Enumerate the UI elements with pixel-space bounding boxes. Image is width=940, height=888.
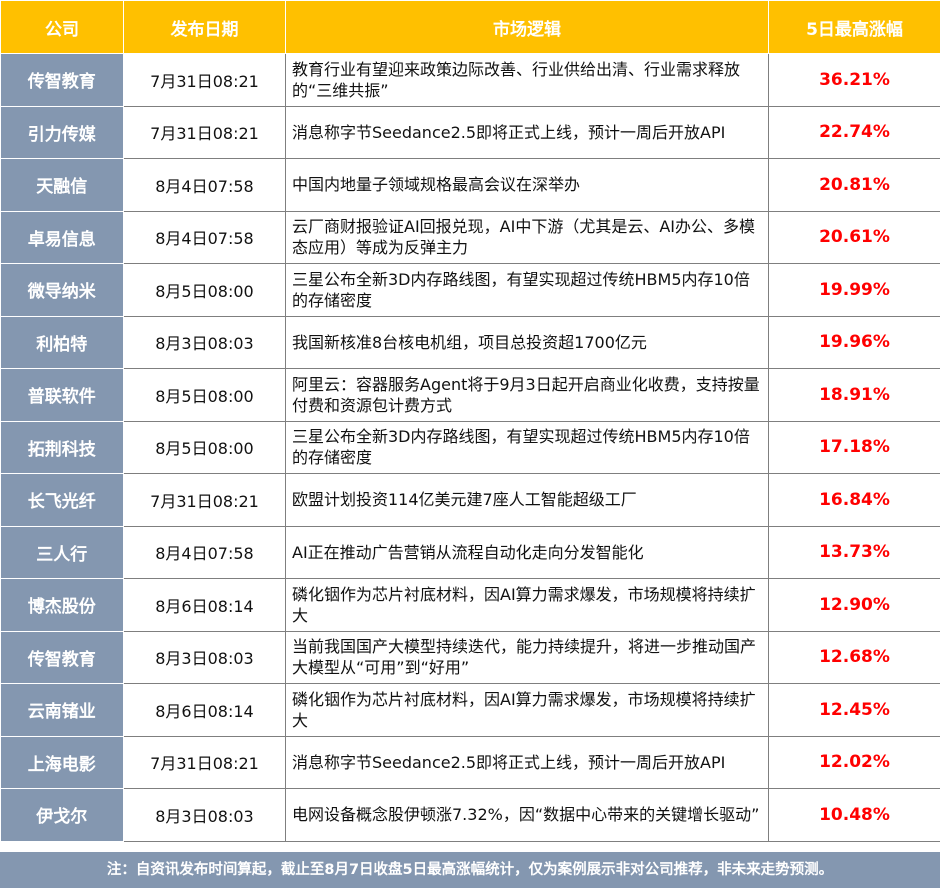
date-cell: 8月3日08:03 xyxy=(123,630,286,684)
table-row: 卓易信息 8月4日07:58 云厂商财报验证AI回报兑现，AI中下游（尤其是云、… xyxy=(0,210,940,264)
table-row: 长飞光纤 7月31日08:21 欧盟计划投资114亿美元建7座人工智能超级工厂 … xyxy=(0,473,940,527)
gain-cell: 22.74% xyxy=(768,105,940,159)
company-cell: 天融信 xyxy=(0,158,124,212)
gain-cell: 10.48% xyxy=(768,788,940,842)
date-cell: 7月31日08:21 xyxy=(123,735,286,789)
table-row: 伊戈尔 8月3日08:03 电网设备概念股伊顿涨7.32%，因“数据中心带来的关… xyxy=(0,788,940,842)
table-row: 博杰股份 8月6日08:14 磷化铟作为芯片衬底材料，因AI算力需求爆发，市场规… xyxy=(0,578,940,632)
table-row: 利柏特 8月3日08:03 我国新核准8台核电机组，项目总投资超1700亿元 1… xyxy=(0,315,940,369)
date-cell: 8月3日08:03 xyxy=(123,315,286,369)
date-cell: 7月31日08:21 xyxy=(123,105,286,159)
date-cell: 8月5日08:00 xyxy=(123,368,286,422)
date-cell: 8月3日08:03 xyxy=(123,788,286,842)
company-cell: 卓易信息 xyxy=(0,210,124,264)
company-cell: 三人行 xyxy=(0,525,124,579)
company-cell: 博杰股份 xyxy=(0,578,124,632)
company-cell: 云南锗业 xyxy=(0,683,124,737)
company-cell: 上海电影 xyxy=(0,735,124,789)
header-date: 发布日期 xyxy=(123,0,286,54)
logic-cell: 磷化铟作为芯片衬底材料，因AI算力需求爆发，市场规模将持续扩大 xyxy=(285,683,769,737)
logic-cell: 磷化铟作为芯片衬底材料，因AI算力需求爆发，市场规模将持续扩大 xyxy=(285,578,769,632)
table-row: 三人行 8月4日07:58 AI正在推动广告营销从流程自动化走向分发智能化 13… xyxy=(0,525,940,579)
table-row: 云南锗业 8月6日08:14 磷化铟作为芯片衬底材料，因AI算力需求爆发，市场规… xyxy=(0,683,940,737)
logic-cell: 我国新核准8台核电机组，项目总投资超1700亿元 xyxy=(285,315,769,369)
gain-cell: 12.02% xyxy=(768,735,940,789)
date-cell: 8月6日08:14 xyxy=(123,683,286,737)
company-cell: 伊戈尔 xyxy=(0,788,124,842)
date-cell: 8月4日07:58 xyxy=(123,525,286,579)
gain-cell: 36.21% xyxy=(768,53,940,107)
header-gain: 5日最高涨幅 xyxy=(768,0,940,54)
table-row: 传智教育 8月3日08:03 当前我国国产大模型持续迭代，能力持续提升，将进一步… xyxy=(0,630,940,684)
stock-gain-table: 公司 发布日期 市场逻辑 5日最高涨幅 传智教育 7月31日08:21 教育行业… xyxy=(0,0,940,842)
logic-cell: 教育行业有望迎来政策边际改善、行业供给出清、行业需求释放的“三维共振” xyxy=(285,53,769,107)
gain-cell: 12.45% xyxy=(768,683,940,737)
logic-cell: 云厂商财报验证AI回报兑现，AI中下游（尤其是云、AI办公、多模态应用）等成为反… xyxy=(285,210,769,264)
gain-cell: 19.99% xyxy=(768,263,940,317)
gain-cell: 17.18% xyxy=(768,420,940,474)
gain-cell: 12.90% xyxy=(768,578,940,632)
table-row: 上海电影 7月31日08:21 消息称字节Seedance2.5即将正式上线，预… xyxy=(0,735,940,789)
company-cell: 引力传媒 xyxy=(0,105,124,159)
table-row: 传智教育 7月31日08:21 教育行业有望迎来政策边际改善、行业供给出清、行业… xyxy=(0,53,940,107)
date-cell: 8月6日08:14 xyxy=(123,578,286,632)
company-cell: 传智教育 xyxy=(0,53,124,107)
logic-cell: 阿里云：容器服务Agent将于9月3日起开启商业化收费，支持按量付费和资源包计费… xyxy=(285,368,769,422)
logic-cell: 三星公布全新3D内存路线图，有望实现超过传统HBM5内存10倍的存储密度 xyxy=(285,420,769,474)
date-cell: 8月4日07:58 xyxy=(123,210,286,264)
date-cell: 8月5日08:00 xyxy=(123,420,286,474)
logic-cell: 三星公布全新3D内存路线图，有望实现超过传统HBM5内存10倍的存储密度 xyxy=(285,263,769,317)
logic-cell: AI正在推动广告营销从流程自动化走向分发智能化 xyxy=(285,525,769,579)
gain-cell: 20.61% xyxy=(768,210,940,264)
table-row: 拓荆科技 8月5日08:00 三星公布全新3D内存路线图，有望实现超过传统HBM… xyxy=(0,420,940,474)
date-cell: 7月31日08:21 xyxy=(123,53,286,107)
table-row: 普联软件 8月5日08:00 阿里云：容器服务Agent将于9月3日起开启商业化… xyxy=(0,368,940,422)
logic-cell: 消息称字节Seedance2.5即将正式上线，预计一周后开放API xyxy=(285,105,769,159)
disclaimer-footnote: 注：自资讯发布时间算起，截止至8月7日收盘5日最高涨幅统计，仅为案例展示非对公司… xyxy=(0,852,940,888)
date-cell: 7月31日08:21 xyxy=(123,473,286,527)
table-header-row: 公司 发布日期 市场逻辑 5日最高涨幅 xyxy=(0,0,940,54)
company-cell: 传智教育 xyxy=(0,630,124,684)
gain-cell: 18.91% xyxy=(768,368,940,422)
gain-cell: 12.68% xyxy=(768,630,940,684)
date-cell: 8月5日08:00 xyxy=(123,263,286,317)
gain-cell: 19.96% xyxy=(768,315,940,369)
company-cell: 长飞光纤 xyxy=(0,473,124,527)
table-row: 微导纳米 8月5日08:00 三星公布全新3D内存路线图，有望实现超过传统HBM… xyxy=(0,263,940,317)
date-cell: 8月4日07:58 xyxy=(123,158,286,212)
logic-cell: 中国内地量子领域规格最高会议在深举办 xyxy=(285,158,769,212)
company-cell: 利柏特 xyxy=(0,315,124,369)
logic-cell: 电网设备概念股伊顿涨7.32%，因“数据中心带来的关键增长驱动” xyxy=(285,788,769,842)
company-cell: 拓荆科技 xyxy=(0,420,124,474)
logic-cell: 消息称字节Seedance2.5即将正式上线，预计一周后开放API xyxy=(285,735,769,789)
stock-table-sheet: 公司 发布日期 市场逻辑 5日最高涨幅 传智教育 7月31日08:21 教育行业… xyxy=(0,0,940,888)
company-cell: 微导纳米 xyxy=(0,263,124,317)
gain-cell: 16.84% xyxy=(768,473,940,527)
table-row: 天融信 8月4日07:58 中国内地量子领域规格最高会议在深举办 20.81% xyxy=(0,158,940,212)
company-cell: 普联软件 xyxy=(0,368,124,422)
table-row: 引力传媒 7月31日08:21 消息称字节Seedance2.5即将正式上线，预… xyxy=(0,105,940,159)
logic-cell: 欧盟计划投资114亿美元建7座人工智能超级工厂 xyxy=(285,473,769,527)
header-company: 公司 xyxy=(0,0,124,54)
gain-cell: 13.73% xyxy=(768,525,940,579)
logic-cell: 当前我国国产大模型持续迭代，能力持续提升，将进一步推动国产大模型从“可用”到“好… xyxy=(285,630,769,684)
header-logic: 市场逻辑 xyxy=(285,0,769,54)
gain-cell: 20.81% xyxy=(768,158,940,212)
